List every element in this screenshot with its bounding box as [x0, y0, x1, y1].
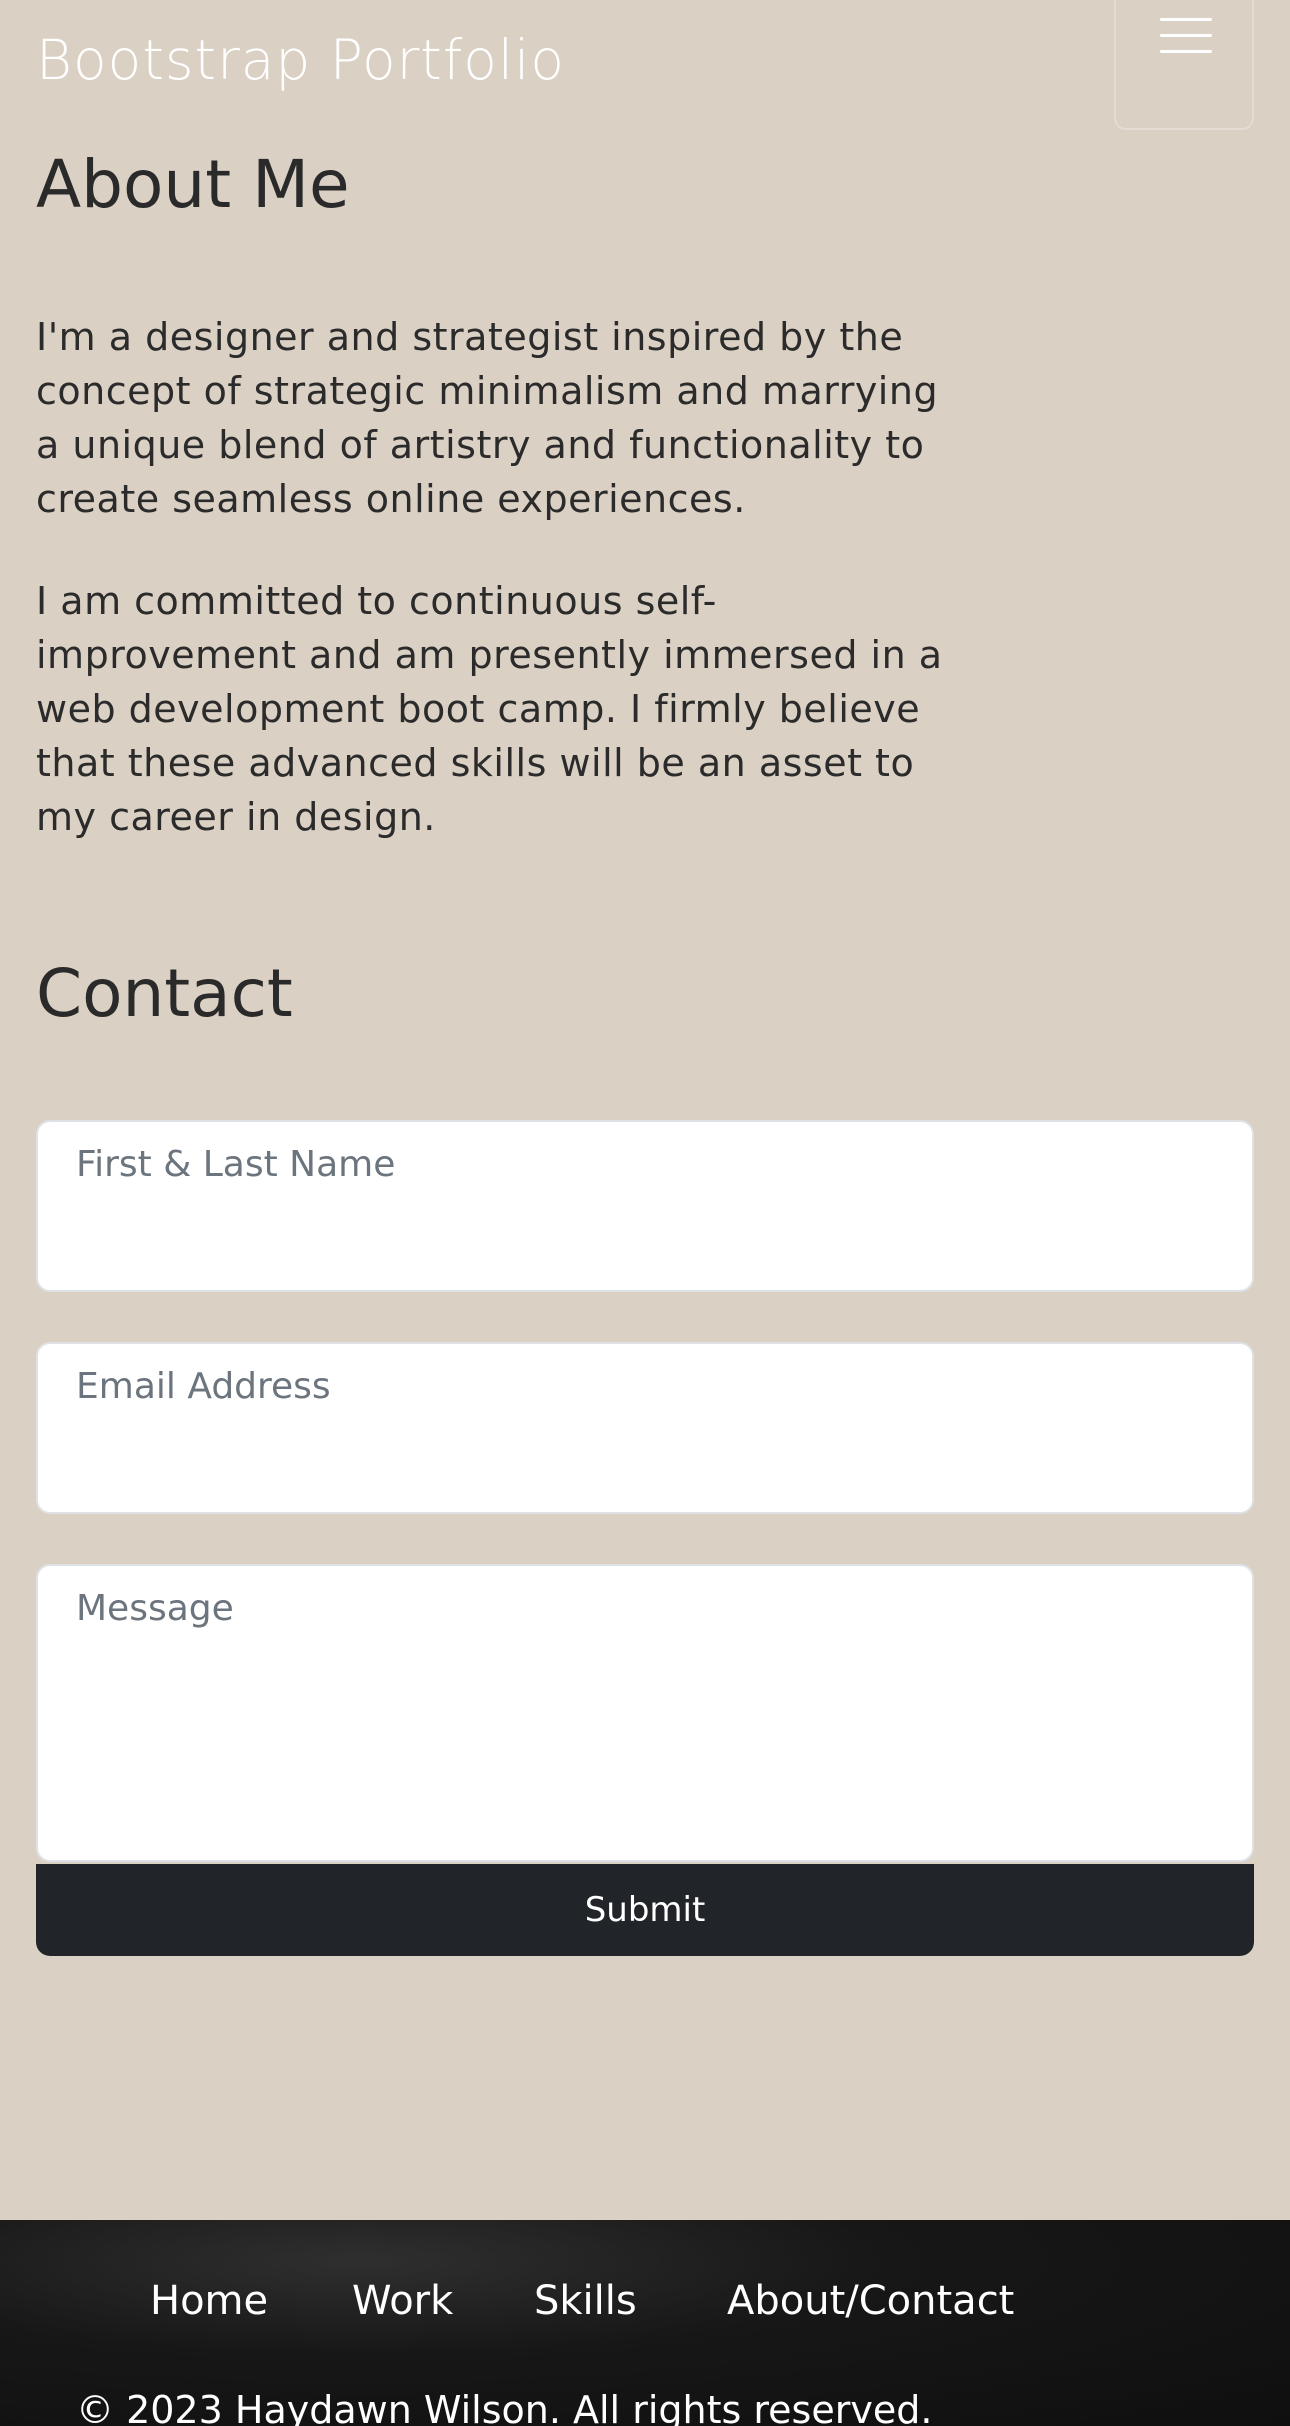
hamburger-menu-icon — [1160, 18, 1212, 21]
navbar-brand[interactable]: Bootstrap Portfolio — [36, 28, 565, 92]
name-field-label: First & Last Name — [76, 1144, 396, 1185]
hamburger-menu-icon-bar — [1160, 34, 1212, 37]
message-field-label: Message — [76, 1588, 234, 1629]
footer-link-about-contact[interactable]: About/Contact — [727, 2278, 1014, 2324]
message-field[interactable]: Message — [36, 1564, 1254, 1862]
email-field[interactable]: Email Address — [36, 1342, 1254, 1514]
footer-link-skills[interactable]: Skills — [534, 2278, 637, 2324]
about-paragraph-1: I'm a designer and strategist inspired b… — [36, 315, 939, 521]
email-field-label: Email Address — [76, 1366, 331, 1407]
about-title: About Me — [36, 146, 350, 223]
copyright-text: © 2023 Haydawn Wilson. All rights reserv… — [76, 2388, 933, 2426]
footer-link-work[interactable]: Work — [352, 2278, 453, 2324]
navbar: Bootstrap Portfolio — [0, 0, 1290, 130]
footer: Home Work Skills About/Contact © 2023 Ha… — [0, 2220, 1290, 2426]
hamburger-menu-icon-bar — [1160, 50, 1212, 53]
submit-button[interactable]: Submit — [36, 1864, 1254, 1956]
footer-nav: Home Work Skills About/Contact — [0, 2278, 1290, 2338]
navbar-toggler-button[interactable] — [1114, 0, 1254, 130]
about-paragraph-2: I am committed to continuous self-improv… — [36, 579, 943, 839]
name-field[interactable]: First & Last Name — [36, 1120, 1254, 1292]
contact-title: Contact — [36, 955, 293, 1032]
footer-link-home[interactable]: Home — [150, 2278, 268, 2324]
